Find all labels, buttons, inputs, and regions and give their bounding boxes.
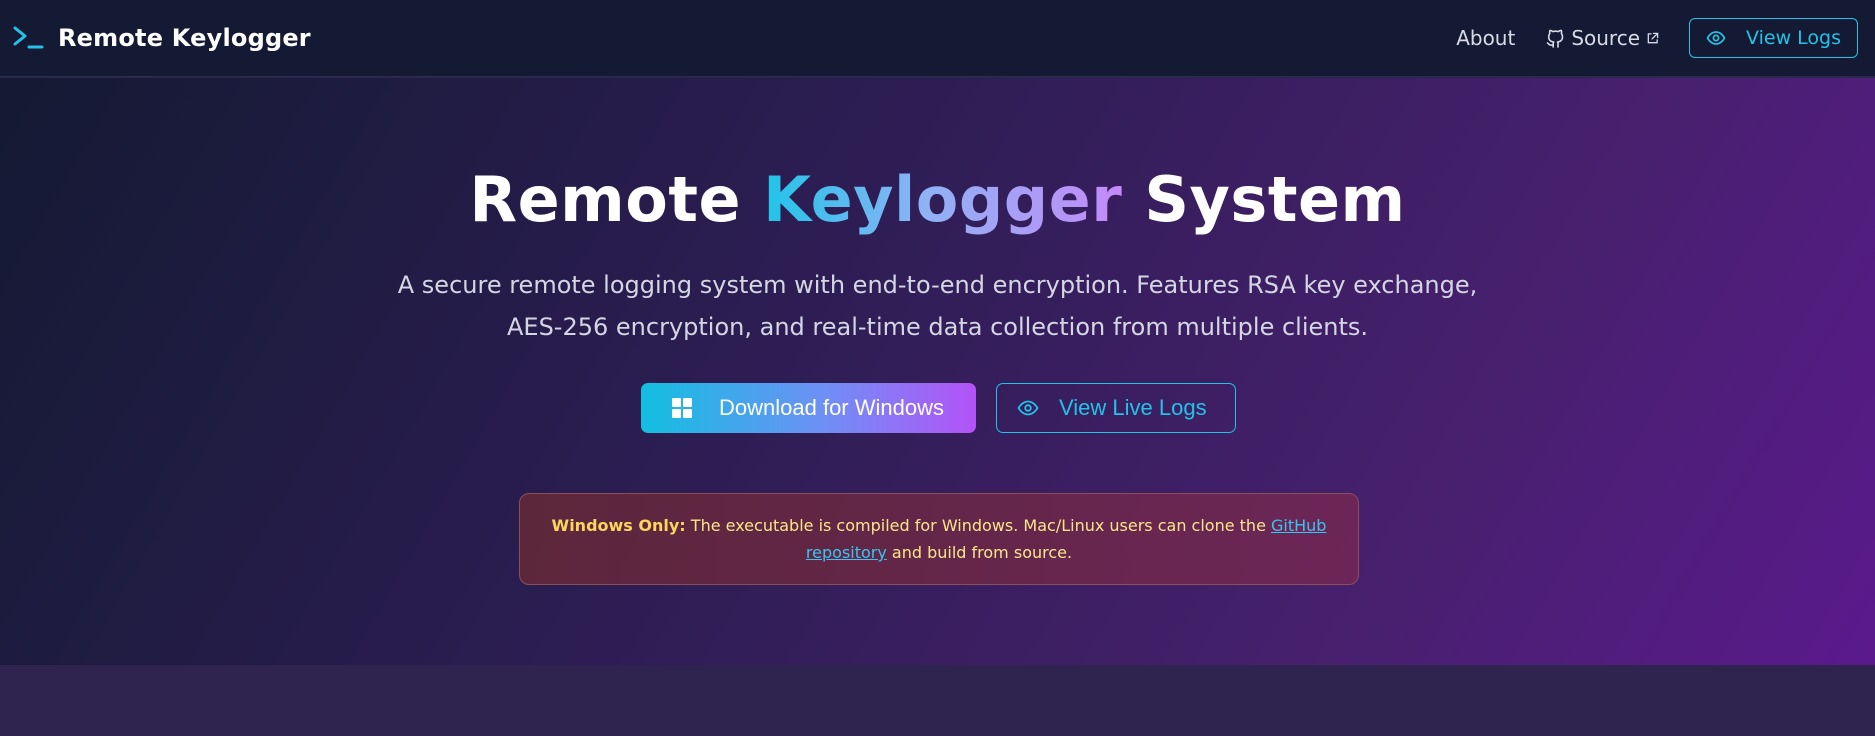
hero-title: Remote Keylogger System [0,163,1875,236]
eye-icon [1706,31,1726,45]
view-live-logs-label: View Live Logs [1059,395,1207,420]
download-windows-label: Download for Windows [719,395,944,420]
hero-title-part2: System [1122,163,1406,236]
download-windows-button[interactable]: Download for Windows [641,383,976,433]
notice-strong-label: Windows Only: [551,516,686,535]
github-icon [1547,29,1564,48]
brand-title: Remote Keylogger [58,24,311,52]
nav-source-link[interactable]: Source [1545,26,1659,50]
notice-text-after: and build from source. [886,543,1073,562]
view-logs-button[interactable]: View Logs [1689,18,1858,58]
hero-description: A secure remote logging system with end-… [397,271,1478,341]
nav-about-link[interactable]: About [1456,26,1515,50]
windows-only-notice: Windows Only: The executable is compiled… [519,493,1359,585]
brand[interactable]: Remote Keylogger [12,23,311,53]
hero-section: Remote Keylogger System A secure remote … [0,78,1875,665]
nav-links: About Source View Logs [1456,18,1858,58]
view-live-logs-button[interactable]: View Live Logs [996,383,1236,433]
windows-icon [672,398,692,418]
hero-actions: Download for Windows View Live Logs [0,383,1875,433]
page-bottom-band [0,665,1875,736]
hero-title-part1: Remote [469,163,764,236]
view-logs-label: View Logs [1746,27,1841,49]
nav-source-label: Source [1571,26,1641,50]
terminal-prompt-icon [13,26,44,49]
notice-text-before: The executable is compiled for Windows. … [685,516,1271,535]
external-link-icon [1647,32,1659,43]
top-navbar: Remote Keylogger About Source View Logs [0,0,1875,77]
hero-title-highlight: Keylogger [763,163,1123,236]
eye-icon [1017,400,1039,416]
